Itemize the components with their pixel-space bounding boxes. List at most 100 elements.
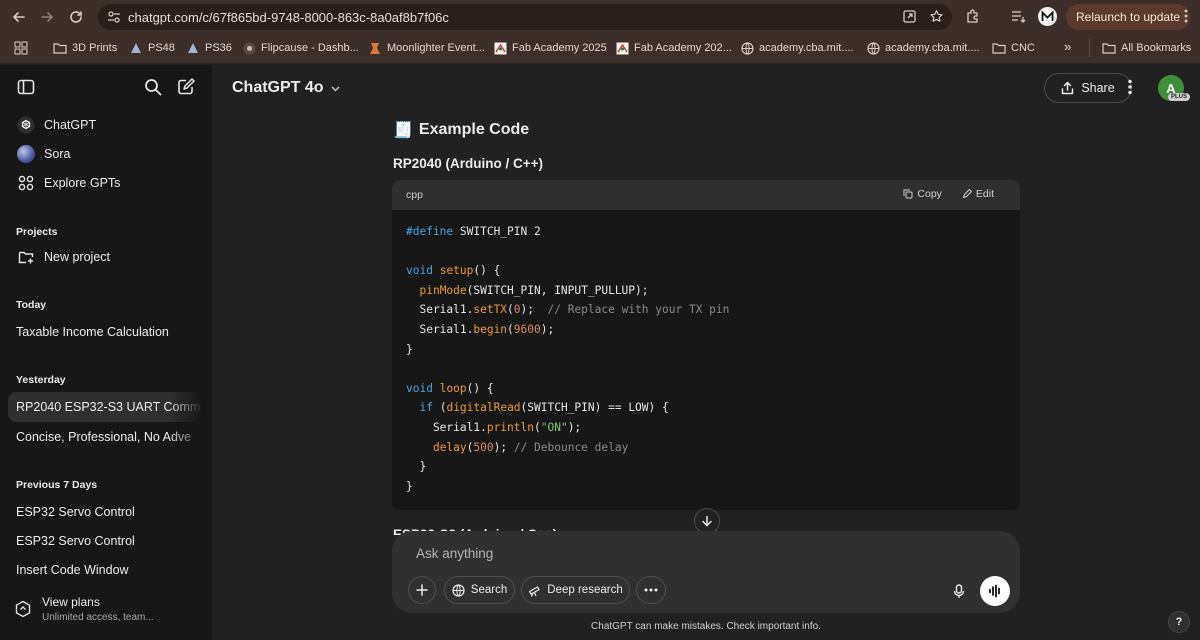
sidebar-item-explore-gpts[interactable]: Explore GPTs [8, 168, 204, 198]
copy-code-button[interactable]: Copy [903, 188, 942, 200]
code-token: Serial1. [406, 303, 474, 317]
projects-heading: Projects [16, 226, 58, 238]
extensions-icon[interactable] [965, 8, 982, 25]
flipcause-logo-icon [242, 41, 256, 55]
bookmark-academy-cba-1[interactable]: academy.cba.mit.... [740, 41, 854, 55]
chevron-down-icon [331, 85, 340, 92]
bookmark-moonlighter[interactable]: Moonlighter Event... [368, 41, 485, 55]
browser-menu-icon[interactable] [1184, 8, 1188, 24]
code-token: void [406, 381, 433, 395]
open-in-app-icon[interactable] [902, 9, 917, 24]
code-token: delay [432, 440, 467, 454]
code-token: () { [466, 381, 494, 395]
code-block-header: cpp Copy Edit [392, 180, 1020, 210]
all-bookmarks-button[interactable]: All Bookmarks [1102, 41, 1191, 55]
share-button[interactable]: Share [1044, 73, 1132, 103]
code-token: () { [473, 264, 501, 278]
chat-item-active[interactable]: RP2040 ESP32-S3 UART Comm [8, 392, 204, 422]
folder-icon [1102, 41, 1116, 55]
chat-item[interactable]: ESP32 Servo Control [8, 497, 204, 527]
back-button[interactable] [4, 2, 34, 32]
code-token: ( [533, 420, 541, 434]
code-token: ( [507, 303, 514, 317]
arrow-right-icon [41, 12, 53, 22]
model-selector[interactable]: ChatGPT 4o [232, 79, 341, 97]
code-token: // Debounce delay [513, 440, 629, 454]
chat-item[interactable]: Insert Code Window [8, 555, 204, 585]
edit-code-button[interactable]: Edit [962, 188, 994, 200]
bookmark-cnc[interactable]: CNC [992, 41, 1035, 55]
bookmark-ps36[interactable]: PS36 [186, 41, 232, 55]
voice-mode-button[interactable] [980, 576, 1010, 606]
dictate-button[interactable] [946, 578, 972, 604]
bookmarks-bar: 3D Prints PS48 PS36 Flipcause - Dashb...… [0, 34, 1200, 64]
forward-button[interactable] [32, 2, 62, 32]
subsection-heading: RP2040 (Arduino / C++) [393, 156, 544, 171]
voice-waveform-icon [989, 584, 1000, 598]
section-heading: 🧾 Example Code [393, 120, 529, 140]
bookmarks-overflow-button[interactable]: » [1064, 39, 1071, 54]
reading-list-icon[interactable] [1010, 8, 1027, 25]
view-plans-button[interactable]: View plans Unlimited access, team... [14, 595, 154, 623]
code-token: } [406, 342, 413, 356]
more-options-icon[interactable] [1128, 79, 1132, 95]
deep-research-button[interactable]: Deep research [521, 576, 630, 604]
sidebar-item-sora[interactable]: Sora [8, 139, 204, 169]
attach-button[interactable] [408, 576, 436, 604]
sidebar-item-chatgpt[interactable]: ChatGPT [8, 110, 204, 140]
search-button[interactable]: Search [444, 576, 515, 604]
code-line: if (digitalRead(SWITCH_PIN) == LOW) { [406, 398, 1006, 418]
code-token: "ON" [540, 420, 568, 434]
code-token: ); [567, 420, 582, 434]
more-tools-button[interactable] [636, 576, 666, 604]
share-label: Share [1081, 81, 1115, 95]
relaunch-button[interactable]: Relaunch to update [1066, 4, 1191, 30]
bookmark-flipcause[interactable]: Flipcause - Dashb... [242, 41, 359, 55]
bookmark-fab-academy-2025[interactable]: Fab Academy 2025 [493, 41, 607, 55]
telescope-icon [529, 585, 540, 597]
code-token: ( [507, 322, 514, 336]
pencil-icon [962, 189, 972, 198]
code-token: ); [540, 322, 555, 336]
receipt-icon: 🧾 [393, 122, 413, 139]
bookmark-star-icon[interactable] [929, 9, 944, 24]
help-button[interactable]: ? [1168, 611, 1190, 633]
bookmark-fab-academy-202x[interactable]: Fab Academy 202... [615, 41, 732, 55]
bookmark-ps48[interactable]: PS48 [129, 41, 175, 55]
code-line: pinMode(SWITCH_PIN, INPUT_PULLUP); [406, 281, 1006, 301]
upgrade-badge-icon [14, 600, 32, 618]
address-bar[interactable]: chatgpt.com/c/67f865bd-9748-8000-863c-8a… [98, 4, 952, 30]
chat-item[interactable]: Taxable Income Calculation [8, 317, 204, 347]
chat-item[interactable]: ESP32 Servo Control [8, 526, 204, 556]
site-settings-icon[interactable] [107, 10, 121, 24]
apps-grid-icon[interactable] [14, 41, 28, 55]
code-line: } [406, 477, 1006, 497]
plus-plan-badge: PLUS [1168, 93, 1191, 101]
new-project-button[interactable]: New project [8, 242, 204, 272]
reload-button[interactable] [61, 2, 91, 32]
code-token: 0 [513, 303, 521, 317]
code-token: setup [439, 264, 474, 278]
code-line: } [406, 340, 1006, 360]
globe-icon [740, 41, 754, 55]
new-chat-icon[interactable] [177, 78, 195, 96]
folder-plus-icon [16, 247, 36, 267]
fab-academy-logo-icon [493, 41, 507, 55]
code-line: void setup() { [406, 261, 1006, 281]
openai-logo-icon [16, 115, 36, 135]
message-input[interactable]: Ask anything [416, 546, 493, 561]
bookmark-3d-prints[interactable]: 3D Prints [53, 41, 117, 55]
profile-avatar-icon[interactable] [1038, 7, 1057, 26]
chat-item[interactable]: Concise, Professional, No Adve [8, 422, 204, 452]
search-icon[interactable] [144, 78, 162, 96]
code-token: } [406, 460, 427, 474]
message-composer: Ask anything Search Deep research [392, 531, 1020, 613]
code-token: // Replace with your TX pin [547, 303, 730, 317]
bookmark-academy-cba-2[interactable]: academy.cba.mit.... [866, 41, 980, 55]
sidebar-toggle-icon[interactable] [17, 78, 35, 96]
